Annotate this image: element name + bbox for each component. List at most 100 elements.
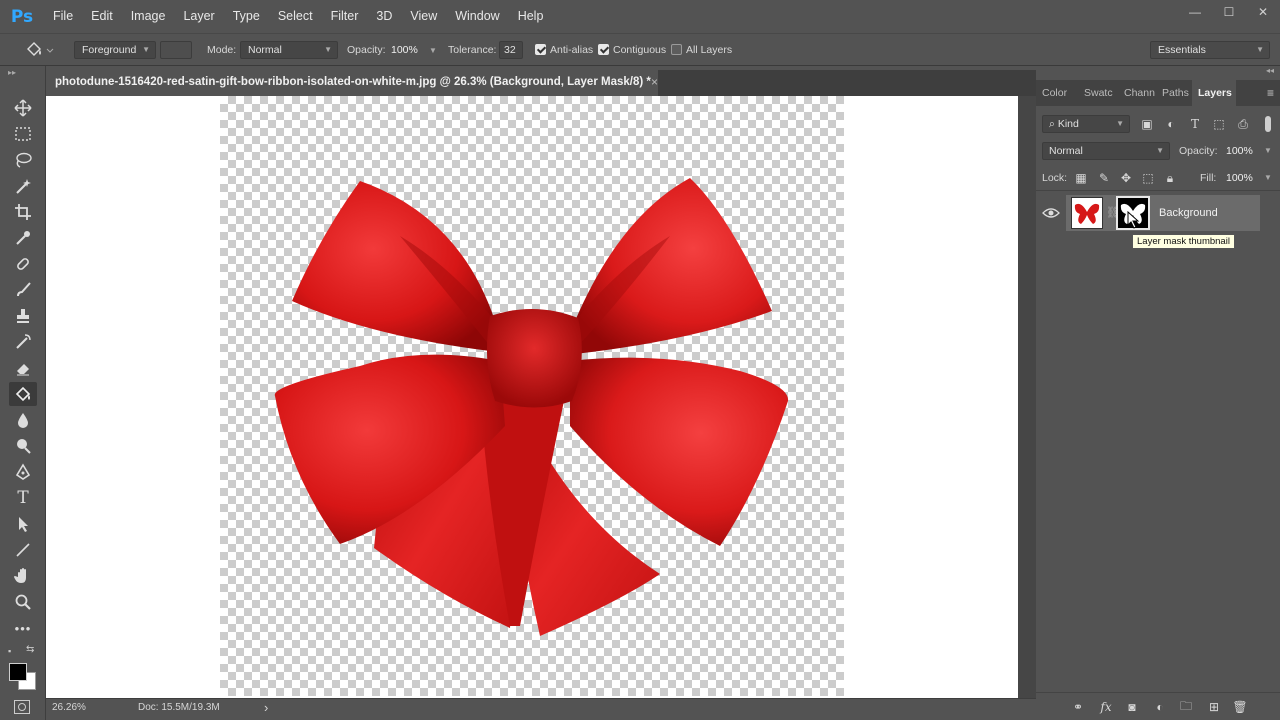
filter-smart-object-icon[interactable]: ⎙ <box>1233 114 1253 134</box>
status-menu-arrow-icon[interactable]: › <box>264 700 268 715</box>
layer-opacity-label: Opacity: <box>1179 145 1218 157</box>
eraser-tool-icon[interactable] <box>9 356 37 380</box>
new-group-icon[interactable]: 🗀︎ <box>1176 697 1196 717</box>
add-mask-icon[interactable]: ◙ <box>1122 697 1142 717</box>
lock-artboard-icon[interactable]: ⬚ <box>1138 168 1158 188</box>
healing-brush-tool-icon[interactable] <box>9 252 37 276</box>
layer-opacity-value[interactable]: 100% <box>1226 145 1253 157</box>
layer-thumbnail[interactable] <box>1071 197 1103 229</box>
search-icon: ⌕ <box>1049 118 1058 130</box>
panel-tab-strip: Color Swatc Chann Paths Layers ≡ <box>1036 80 1280 106</box>
layer-name[interactable]: Background <box>1159 207 1218 219</box>
tab-paths[interactable]: Paths <box>1156 80 1192 106</box>
dodge-tool-icon[interactable] <box>9 434 37 458</box>
collapse-panel-icon[interactable]: ▸▸ <box>8 68 16 77</box>
tab-channels[interactable]: Chann <box>1118 80 1156 106</box>
lasso-tool-icon[interactable] <box>9 148 37 172</box>
fill-chevron-icon[interactable]: ▼ <box>1264 173 1272 182</box>
menu-window[interactable]: Window <box>446 0 508 33</box>
filter-shape-icon[interactable]: ⬚ <box>1209 114 1229 134</box>
path-selection-tool-icon[interactable] <box>9 512 37 536</box>
mode-dropdown[interactable]: Normal ▼ <box>240 41 338 59</box>
maximize-button[interactable]: ☐ <box>1212 0 1246 24</box>
adjustment-layer-icon[interactable]: ◐ <box>1150 697 1170 717</box>
lock-all-icon[interactable]: 🔒︎ <box>1160 168 1180 188</box>
canvas-area[interactable] <box>46 96 1018 698</box>
clone-stamp-tool-icon[interactable] <box>9 304 37 328</box>
lock-image-pixels-icon[interactable]: ✎ <box>1094 168 1114 188</box>
divider <box>1036 190 1280 191</box>
more-tools-icon[interactable]: ••• <box>9 616 37 640</box>
foreground-color-swatch[interactable] <box>9 663 27 681</box>
opacity-value[interactable]: 100% <box>391 42 418 59</box>
swap-colors-icon[interactable]: ⇆ <box>26 644 34 655</box>
filter-adjustment-icon[interactable]: ◐ <box>1161 114 1181 134</box>
layer-opacity-chevron-icon[interactable]: ▼ <box>1264 146 1272 155</box>
default-colors-icon[interactable]: ▪ <box>8 646 11 656</box>
link-layers-icon[interactable]: ⚭ <box>1068 697 1088 717</box>
menu-file[interactable]: File <box>44 0 82 33</box>
workspace-dropdown[interactable]: Essentials ▼ <box>1150 41 1270 59</box>
eye-icon[interactable] <box>1040 203 1062 223</box>
collapse-dock-icon[interactable]: ◂◂ <box>1266 66 1274 75</box>
document-tab[interactable]: photodune-1516420-red-satin-gift-bow-rib… <box>46 70 658 96</box>
menu-3d[interactable]: 3D <box>367 0 401 33</box>
menu-edit[interactable]: Edit <box>82 0 122 33</box>
new-layer-icon[interactable]: ⊞ <box>1204 697 1224 717</box>
minimize-button[interactable]: — <box>1178 0 1212 24</box>
quick-mask-icon[interactable] <box>14 700 30 714</box>
lock-position-icon[interactable]: ✥ <box>1116 168 1136 188</box>
tab-layers[interactable]: Layers <box>1192 80 1236 106</box>
hand-tool-icon[interactable] <box>9 564 37 588</box>
menu-layer[interactable]: Layer <box>174 0 223 33</box>
document-tab-bar: photodune-1516420-red-satin-gift-bow-rib… <box>46 70 1036 96</box>
lock-transparent-pixels-icon[interactable]: ▦ <box>1071 168 1091 188</box>
filter-toggle-switch[interactable] <box>1265 116 1271 132</box>
pen-tool-icon[interactable] <box>9 460 37 484</box>
move-tool-icon[interactable] <box>9 96 37 120</box>
all-layers-checkbox[interactable] <box>671 44 682 55</box>
panel-menu-icon[interactable]: ≡ <box>1267 80 1280 106</box>
zoom-level[interactable]: 26.26% <box>52 702 86 713</box>
tab-swatches[interactable]: Swatc <box>1078 80 1118 106</box>
zoom-tool-icon[interactable] <box>9 590 37 614</box>
crop-tool-icon[interactable] <box>9 200 37 224</box>
history-brush-tool-icon[interactable] <box>9 330 37 354</box>
marquee-tool-icon[interactable] <box>9 122 37 146</box>
layer-filter-dropdown[interactable]: ⌕ Kind ▼ <box>1042 115 1130 133</box>
opacity-chevron-icon[interactable]: ▼ <box>429 42 437 59</box>
menu-help[interactable]: Help <box>509 0 553 33</box>
menu-view[interactable]: View <box>401 0 446 33</box>
fill-source-dropdown[interactable]: Foreground ▼ <box>74 41 156 59</box>
fill-source-value: Foreground <box>82 44 137 56</box>
menu-type[interactable]: Type <box>224 0 269 33</box>
filter-pixel-icon[interactable]: ▣ <box>1137 114 1157 134</box>
type-tool-icon[interactable]: T <box>9 486 37 510</box>
anti-alias-checkbox[interactable] <box>535 44 546 55</box>
contiguous-checkbox[interactable] <box>598 44 609 55</box>
close-window-button[interactable]: ✕ <box>1246 0 1280 24</box>
close-document-icon[interactable]: × <box>651 70 658 94</box>
lock-label: Lock: <box>1042 172 1068 184</box>
layer-style-fx-icon[interactable]: fx <box>1096 697 1116 717</box>
pattern-picker[interactable] <box>160 41 192 59</box>
magic-wand-tool-icon[interactable] <box>9 174 37 198</box>
brush-tool-icon[interactable] <box>9 278 37 302</box>
fill-value[interactable]: 100% <box>1226 172 1253 184</box>
filter-type-icon[interactable]: T <box>1185 114 1205 134</box>
tools-panel: ▸▸ T ••• ▪ ⇆ <box>0 66 46 720</box>
paint-bucket-preset-icon[interactable] <box>24 40 54 60</box>
menu-image[interactable]: Image <box>122 0 175 33</box>
eyedropper-tool-icon[interactable] <box>9 226 37 250</box>
delete-layer-icon[interactable]: 🗑︎ <box>1230 697 1250 717</box>
tolerance-input[interactable]: 32 <box>499 41 523 59</box>
menu-filter[interactable]: Filter <box>322 0 368 33</box>
vertical-scrollbar[interactable] <box>1018 96 1036 698</box>
blend-mode-dropdown[interactable]: Normal ▼ <box>1042 142 1170 160</box>
blur-tool-icon[interactable] <box>9 408 37 432</box>
tab-color[interactable]: Color <box>1036 80 1078 106</box>
document-canvas[interactable] <box>220 96 844 696</box>
menu-select[interactable]: Select <box>269 0 322 33</box>
paint-bucket-tool-icon[interactable] <box>9 382 37 406</box>
line-tool-icon[interactable] <box>9 538 37 562</box>
